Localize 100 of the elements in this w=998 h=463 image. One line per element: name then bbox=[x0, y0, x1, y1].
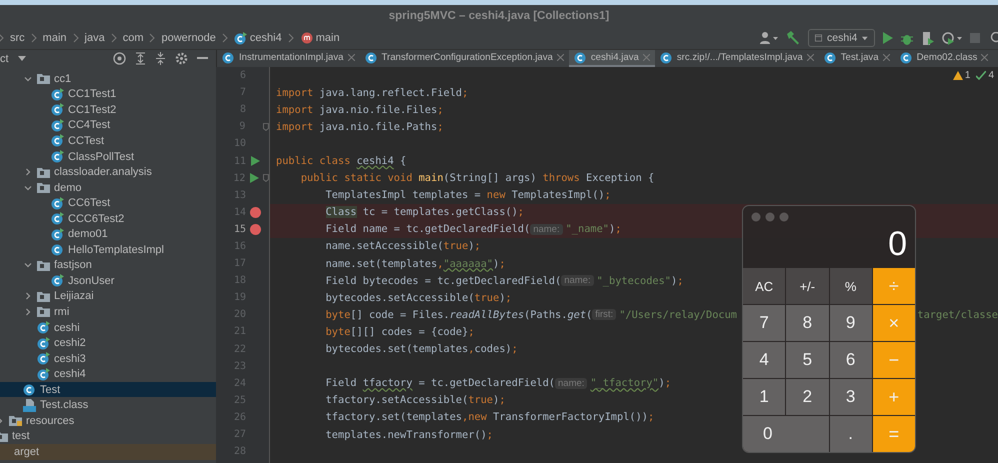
breadcrumb-item[interactable]: powernode bbox=[161, 32, 216, 44]
run-icon[interactable] bbox=[883, 32, 893, 44]
tree-item[interactable]: fastjson bbox=[0, 258, 216, 274]
tree-item[interactable]: ceshi bbox=[0, 320, 216, 336]
code-token: Class bbox=[326, 206, 357, 218]
code-token: , bbox=[437, 258, 444, 270]
typo-count[interactable]: 4 bbox=[976, 70, 994, 81]
editor-tab[interactable]: Test.java bbox=[818, 50, 895, 67]
fold-icon[interactable] bbox=[263, 122, 269, 131]
run-configuration-dropdown[interactable]: ceshi4 bbox=[808, 29, 875, 47]
editor-tab[interactable]: TransformerConfigurationException.java bbox=[360, 50, 569, 67]
calculator-key[interactable]: 1 bbox=[743, 379, 786, 415]
tree-item[interactable]: HelloTemplatesImpl bbox=[0, 242, 216, 258]
code-token: public class bbox=[276, 155, 352, 168]
code-token: ; bbox=[437, 120, 444, 133]
breakpoint-icon[interactable] bbox=[250, 224, 260, 235]
tree-item[interactable]: CC1Test1 bbox=[0, 86, 216, 102]
code-token: ( bbox=[586, 308, 592, 321]
calculator-key[interactable]: AC bbox=[743, 268, 786, 304]
code-token: java.lang.reflect.Field bbox=[319, 86, 462, 99]
breadcrumb-item[interactable]: ceshi4 bbox=[234, 32, 282, 44]
tree-item[interactable]: CC6Test bbox=[0, 195, 216, 211]
tree-item[interactable]: CC4Test bbox=[0, 118, 216, 134]
crosshair-icon[interactable] bbox=[113, 52, 126, 65]
expand-all-icon[interactable] bbox=[135, 52, 146, 65]
run-icon[interactable] bbox=[250, 173, 259, 184]
breadcrumb-item[interactable]: java bbox=[84, 32, 105, 44]
panel-title[interactable]: ct bbox=[0, 52, 9, 64]
close-icon[interactable] bbox=[806, 54, 814, 61]
user-icon[interactable] bbox=[760, 32, 778, 44]
close-icon[interactable] bbox=[882, 54, 890, 61]
calculator-key[interactable]: % bbox=[830, 268, 872, 304]
editor-tab[interactable]: Demo02.class bbox=[894, 50, 994, 67]
tree-item[interactable]: Test bbox=[0, 382, 216, 398]
profiler-icon[interactable] bbox=[942, 32, 962, 44]
breadcrumb-item[interactable]: main bbox=[42, 32, 67, 44]
search-icon[interactable] bbox=[988, 32, 998, 44]
folder-icon bbox=[37, 306, 50, 318]
tree-item[interactable]: Test.class bbox=[0, 397, 216, 414]
tree-item[interactable]: demo01 bbox=[0, 226, 216, 242]
calculator-key[interactable]: 6 bbox=[830, 342, 872, 378]
collapse-all-icon[interactable] bbox=[155, 52, 166, 65]
tree-item[interactable]: CC1Test2 bbox=[0, 102, 216, 118]
code-token: [][] codes = {code} bbox=[350, 326, 468, 338]
run-icon[interactable] bbox=[250, 156, 260, 166]
code-token: bytecodes.setAccessible( bbox=[326, 292, 474, 304]
calculator-key[interactable]: 8 bbox=[786, 305, 828, 341]
tree-item[interactable]: JsonUser bbox=[0, 273, 216, 289]
class-icon bbox=[222, 51, 235, 64]
breadcrumb-item[interactable]: com bbox=[122, 32, 144, 44]
code-token: byte bbox=[326, 326, 350, 338]
breadcrumb-item[interactable]: main bbox=[300, 32, 340, 44]
code-token: import bbox=[276, 86, 314, 99]
folder-icon bbox=[37, 260, 50, 271]
tree-item[interactable]: classloader.analysis bbox=[0, 164, 216, 180]
minimize-icon[interactable] bbox=[197, 57, 208, 60]
tree-item[interactable]: rmi bbox=[0, 304, 216, 320]
tree-item[interactable]: ceshi3 bbox=[0, 350, 216, 366]
code-token: ; bbox=[518, 206, 524, 218]
class-icon bbox=[660, 51, 673, 64]
tree-item[interactable]: test bbox=[0, 428, 216, 444]
calculator-key[interactable]: 7 bbox=[743, 305, 786, 341]
code-token: ; bbox=[468, 326, 474, 338]
editor-tab[interactable]: src.zip!/.../TemplatesImpl.java bbox=[654, 50, 819, 67]
hammer-icon[interactable] bbox=[786, 31, 800, 45]
tree-item[interactable]: CCC6Test2 bbox=[0, 210, 216, 226]
tree-item[interactable]: demo bbox=[0, 180, 216, 196]
close-icon[interactable] bbox=[981, 54, 988, 61]
coverage-icon[interactable] bbox=[921, 32, 934, 44]
tree-item[interactable]: ceshi2 bbox=[0, 335, 216, 351]
close-icon[interactable] bbox=[348, 54, 355, 61]
tree-item[interactable]: Leijiazai bbox=[0, 288, 216, 304]
tree-item[interactable]: resources bbox=[0, 413, 216, 429]
settings-icon[interactable] bbox=[175, 52, 188, 65]
editor-tab[interactable]: ceshi4.java bbox=[568, 50, 655, 67]
breadcrumb-item[interactable]: src bbox=[10, 32, 25, 44]
breakpoint-icon[interactable] bbox=[250, 206, 260, 218]
tree-item[interactable]: ceshi4 bbox=[0, 366, 216, 382]
calculator-key[interactable]: 9 bbox=[830, 305, 872, 341]
fold-icon[interactable] bbox=[263, 174, 269, 182]
warning-count[interactable]: 1 bbox=[952, 70, 970, 81]
code-token: [] code = Files. bbox=[350, 308, 450, 321]
calculator-key[interactable]: 2 bbox=[786, 379, 828, 415]
calculator-key[interactable]: . bbox=[830, 416, 872, 452]
tree-item[interactable]: CCTest bbox=[0, 133, 216, 149]
tree-item[interactable]: ClassPollTest bbox=[0, 148, 216, 164]
code-token: main bbox=[418, 172, 444, 184]
close-icon[interactable] bbox=[556, 54, 564, 61]
code-token: ; bbox=[437, 104, 444, 116]
calculator-key[interactable]: 0 bbox=[743, 416, 828, 452]
calculator-display: 0 bbox=[888, 226, 907, 262]
caret-icon[interactable] bbox=[18, 56, 26, 61]
editor-tab[interactable]: InstrumentationImpl.java bbox=[217, 50, 360, 67]
code-token: ; bbox=[486, 428, 493, 441]
calculator-key[interactable]: +/- bbox=[786, 268, 828, 304]
calculator-key[interactable]: 5 bbox=[786, 342, 828, 378]
calculator-key[interactable]: 4 bbox=[743, 342, 786, 378]
calculator-key[interactable]: 3 bbox=[830, 379, 872, 415]
tree-item[interactable]: arget bbox=[0, 444, 216, 460]
tree-item[interactable]: cc1 bbox=[0, 71, 216, 87]
